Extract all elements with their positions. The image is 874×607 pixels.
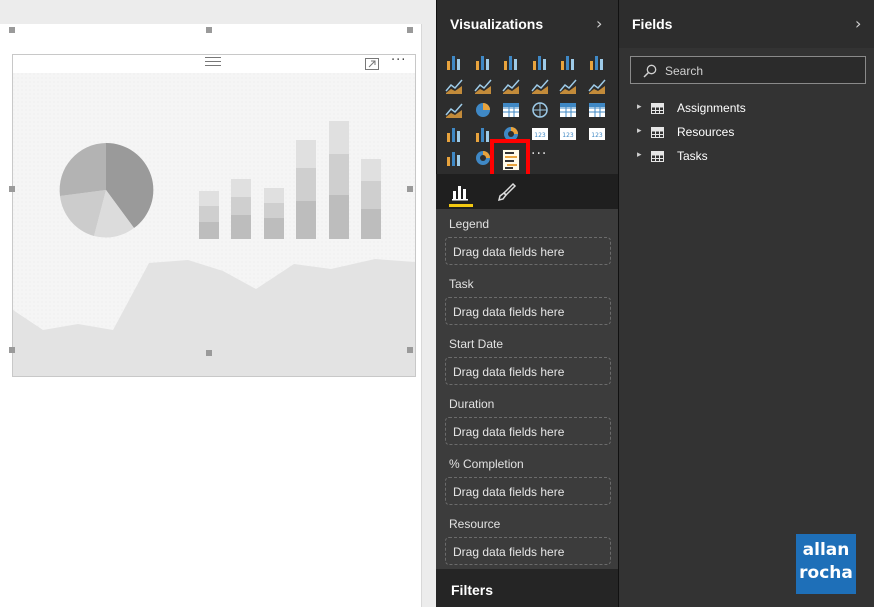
card-icon[interactable]: 123: [557, 123, 579, 145]
slicer-icon[interactable]: [443, 147, 465, 169]
allan-rocha-logo: allan rocha: [796, 534, 856, 594]
resize-handle[interactable]: [407, 347, 413, 353]
table-icon: [651, 127, 664, 138]
fields-search-input[interactable]: Search: [630, 56, 866, 84]
well-drop-zone[interactable]: Drag data fields here: [445, 417, 611, 445]
svg-text:123: 123: [562, 132, 574, 139]
treemap-icon[interactable]: [500, 99, 522, 121]
resize-handle[interactable]: [206, 350, 212, 356]
placeholder-pie: [59, 142, 154, 238]
well-label: Resource: [449, 517, 501, 531]
multirow-card-icon[interactable]: 123: [529, 123, 551, 145]
pie-chart-icon[interactable]: [472, 99, 494, 121]
expand-arrow-icon[interactable]: ▸: [637, 102, 642, 112]
table-icon: [651, 103, 664, 114]
stacked-bar-icon[interactable]: [443, 51, 465, 73]
visualizations-title: Visualizations: [450, 16, 544, 32]
well-drop-zone[interactable]: Drag data fields here: [445, 237, 611, 265]
fields-title: Fields: [632, 16, 673, 32]
fields-header: Fields ›: [619, 0, 874, 48]
collapse-chevron-icon[interactable]: ›: [596, 14, 602, 33]
well-drop-zone[interactable]: Drag data fields here: [445, 477, 611, 505]
filters-bar[interactable]: Filters: [436, 569, 618, 607]
visualizations-tabs: [436, 174, 618, 209]
well-label: % Completion: [449, 457, 524, 471]
table-name: Tasks: [677, 149, 708, 163]
clustered-column-icon[interactable]: [529, 51, 551, 73]
field-wells: Legend Drag data fields here Task Drag data…: [436, 209, 618, 569]
expand-arrow-icon[interactable]: ▸: [637, 126, 642, 136]
well-label: Task: [449, 277, 474, 291]
tab-format[interactable]: [495, 180, 519, 207]
table-icon: [651, 151, 664, 162]
tab-fields[interactable]: [449, 180, 473, 207]
search-placeholder: Search: [665, 64, 704, 78]
gantt-chart-icon[interactable]: [490, 139, 530, 179]
table-visual-icon[interactable]: [557, 99, 579, 121]
logo-line-2: rocha: [799, 563, 853, 583]
visual-more-options-button[interactable]: ···: [391, 53, 406, 68]
resize-handle[interactable]: [407, 27, 413, 33]
fields-tab-icon: [452, 186, 468, 201]
table-name: Resources: [677, 125, 735, 139]
focus-mode-icon[interactable]: [365, 56, 380, 70]
svg-text:123: 123: [534, 132, 546, 139]
stacked-column-icon[interactable]: [472, 51, 494, 73]
resize-handle[interactable]: [9, 186, 15, 192]
visual-header: ···: [13, 53, 415, 73]
line-column-icon[interactable]: [529, 75, 551, 97]
well-label: Start Date: [449, 337, 504, 351]
ribbon-icon[interactable]: [586, 75, 608, 97]
placeholder-graphic: [13, 73, 415, 376]
well-drop-zone[interactable]: Drag data fields here: [445, 537, 611, 565]
well-drop-zone[interactable]: Drag data fields here: [445, 357, 611, 385]
svg-text:123: 123: [591, 132, 603, 139]
clustered-bar-icon[interactable]: [500, 51, 522, 73]
table-item[interactable]: ▸ Assignments: [637, 100, 837, 118]
100-column-icon[interactable]: [586, 51, 608, 73]
line-chart-icon[interactable]: [443, 75, 465, 97]
filled-map-icon[interactable]: [443, 123, 465, 145]
filters-title: Filters: [451, 582, 494, 598]
fields-pane: Fields › Search ▸ Assignments ▸ Resources ▸ T…: [618, 0, 874, 607]
well-label: Legend: [449, 217, 490, 231]
table-item[interactable]: ▸ Resources: [637, 124, 837, 142]
logo-line-1: allan: [802, 540, 850, 560]
paint-roller-icon: [497, 182, 517, 202]
well-drop-zone[interactable]: Drag data fields here: [445, 297, 611, 325]
well-label: Duration: [449, 397, 495, 411]
more-visuals-button[interactable]: ···: [531, 146, 547, 162]
resize-handle[interactable]: [407, 186, 413, 192]
search-icon: [643, 64, 657, 78]
table-name: Assignments: [677, 101, 746, 115]
stacked-area-icon[interactable]: [500, 75, 522, 97]
100-bar-icon[interactable]: [557, 51, 579, 73]
area-chart-icon[interactable]: [472, 75, 494, 97]
scatter-icon[interactable]: [443, 99, 465, 121]
visual-placeholder[interactable]: ···: [12, 53, 416, 377]
drag-grip-icon[interactable]: [205, 57, 221, 67]
collapse-chevron-icon[interactable]: ›: [855, 14, 861, 33]
kpi-icon[interactable]: 123: [586, 123, 608, 145]
resize-handle[interactable]: [9, 347, 15, 353]
matrix-icon[interactable]: [586, 99, 608, 121]
expand-arrow-icon[interactable]: ▸: [637, 150, 642, 160]
globe-map-icon[interactable]: [529, 99, 551, 121]
table-item[interactable]: ▸ Tasks: [637, 148, 837, 166]
report-page[interactable]: ···: [0, 24, 422, 607]
line-clustered-icon[interactable]: [557, 75, 579, 97]
report-canvas: ···: [0, 0, 436, 607]
visualizations-header: Visualizations ›: [437, 0, 618, 48]
resize-handle[interactable]: [206, 27, 212, 33]
resize-handle[interactable]: [9, 27, 15, 33]
